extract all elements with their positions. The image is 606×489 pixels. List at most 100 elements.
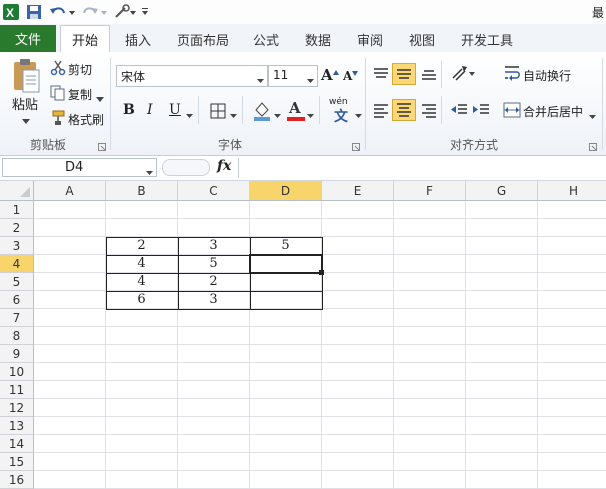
tab-page-layout[interactable]: 页面布局	[177, 30, 229, 49]
fill-color-icon[interactable]	[252, 100, 272, 125]
cell-f12[interactable]	[394, 399, 466, 417]
row-header-3[interactable]: 3	[0, 237, 34, 255]
cell-b8[interactable]	[106, 327, 178, 345]
align-center-icon[interactable]	[392, 99, 416, 121]
align-middle-icon[interactable]	[392, 63, 416, 85]
cell-b2[interactable]	[106, 219, 178, 237]
cell-f7[interactable]	[394, 309, 466, 327]
cell-f8[interactable]	[394, 327, 466, 345]
row-header-9[interactable]: 9	[0, 345, 34, 363]
cell-h6[interactable]	[538, 291, 606, 309]
file-tab[interactable]: 文件	[0, 25, 56, 52]
cell-c8[interactable]	[178, 327, 250, 345]
cell-c11[interactable]	[178, 381, 250, 399]
cell-g2[interactable]	[466, 219, 538, 237]
column-header-g[interactable]: G	[466, 181, 538, 201]
column-header-a[interactable]: A	[34, 181, 106, 201]
cell-c3[interactable]: 3	[178, 237, 250, 255]
cell-d16[interactable]	[250, 471, 322, 489]
clipboard-launcher-icon[interactable]	[98, 140, 106, 154]
cell-g1[interactable]	[466, 201, 538, 219]
column-header-c[interactable]: C	[178, 181, 250, 201]
row-header-12[interactable]: 12	[0, 399, 34, 417]
redo-icon[interactable]	[80, 3, 108, 21]
row-header-11[interactable]: 11	[0, 381, 34, 399]
cell-a15[interactable]	[34, 453, 106, 471]
italic-button[interactable]: I	[147, 102, 153, 118]
cell-a3[interactable]	[34, 237, 106, 255]
cell-g11[interactable]	[466, 381, 538, 399]
cell-e15[interactable]	[322, 453, 394, 471]
increase-indent-icon[interactable]	[472, 102, 490, 121]
cell-a6[interactable]	[34, 291, 106, 309]
cell-e4[interactable]	[322, 255, 394, 273]
cell-g10[interactable]	[466, 363, 538, 381]
cell-f11[interactable]	[394, 381, 466, 399]
save-icon[interactable]	[24, 3, 44, 21]
cell-e9[interactable]	[322, 345, 394, 363]
orientation-icon[interactable]	[450, 64, 476, 85]
column-header-d[interactable]: D	[250, 181, 322, 201]
cell-b15[interactable]	[106, 453, 178, 471]
underline-button[interactable]: U	[169, 102, 181, 118]
cell-h7[interactable]	[538, 309, 606, 327]
cell-e8[interactable]	[322, 327, 394, 345]
cell-d5[interactable]	[250, 273, 322, 291]
row-header-14[interactable]: 14	[0, 435, 34, 453]
cell-d2[interactable]	[250, 219, 322, 237]
cell-c14[interactable]	[178, 435, 250, 453]
cell-c5[interactable]: 2	[178, 273, 250, 291]
cell-f4[interactable]	[394, 255, 466, 273]
tools-icon[interactable]	[112, 3, 138, 21]
cell-h12[interactable]	[538, 399, 606, 417]
worksheet-grid[interactable]: ABCDEFGH 1 2 3 4 5 6 7 8 9 10 11 12 13 14 15 16 2354542…	[0, 181, 606, 489]
cell-g12[interactable]	[466, 399, 538, 417]
cell-d8[interactable]	[250, 327, 322, 345]
wrap-text-icon[interactable]	[503, 64, 521, 85]
cell-g14[interactable]	[466, 435, 538, 453]
format-painter-button[interactable]: 格式刷	[68, 111, 104, 128]
cell-h11[interactable]	[538, 381, 606, 399]
cell-h8[interactable]	[538, 327, 606, 345]
row-header-10[interactable]: 10	[0, 363, 34, 381]
customize-toolbar-icon[interactable]	[140, 3, 150, 21]
cell-g5[interactable]	[466, 273, 538, 291]
cell-e2[interactable]	[322, 219, 394, 237]
cell-f14[interactable]	[394, 435, 466, 453]
cell-g15[interactable]	[466, 453, 538, 471]
borders-icon[interactable]	[210, 103, 226, 122]
cell-f1[interactable]	[394, 201, 466, 219]
cell-e10[interactable]	[322, 363, 394, 381]
align-right-icon[interactable]	[420, 102, 438, 121]
tab-insert[interactable]: 插入	[125, 30, 151, 49]
cell-a5[interactable]	[34, 273, 106, 291]
copy-button[interactable]: 复制	[68, 86, 92, 103]
cell-c12[interactable]	[178, 399, 250, 417]
cell-d15[interactable]	[250, 453, 322, 471]
copy-icon[interactable]	[50, 85, 66, 101]
cell-c4[interactable]: 5	[178, 255, 250, 273]
cell-h1[interactable]	[538, 201, 606, 219]
cell-f6[interactable]	[394, 291, 466, 309]
column-header-f[interactable]: F	[394, 181, 466, 201]
cell-b9[interactable]	[106, 345, 178, 363]
row-header-2[interactable]: 2	[0, 219, 34, 237]
cell-d6[interactable]	[250, 291, 322, 309]
cell-b4[interactable]: 4	[106, 255, 178, 273]
cell-b10[interactable]	[106, 363, 178, 381]
align-left-icon[interactable]	[372, 102, 390, 121]
tab-developer[interactable]: 开发工具	[461, 30, 513, 49]
font-color-dropdown-icon[interactable]	[307, 108, 314, 122]
cell-h14[interactable]	[538, 435, 606, 453]
row-header-15[interactable]: 15	[0, 453, 34, 471]
cell-c2[interactable]	[178, 219, 250, 237]
font-color-button[interactable]: A	[287, 99, 305, 121]
cell-c1[interactable]	[178, 201, 250, 219]
merge-center-button[interactable]: 合并后居中	[523, 103, 583, 120]
cell-h5[interactable]	[538, 273, 606, 291]
cell-d7[interactable]	[250, 309, 322, 327]
cell-d9[interactable]	[250, 345, 322, 363]
grow-font-button[interactable]: A	[321, 66, 333, 84]
merge-dropdown-icon[interactable]	[589, 109, 596, 123]
font-launcher-icon[interactable]	[352, 140, 360, 154]
